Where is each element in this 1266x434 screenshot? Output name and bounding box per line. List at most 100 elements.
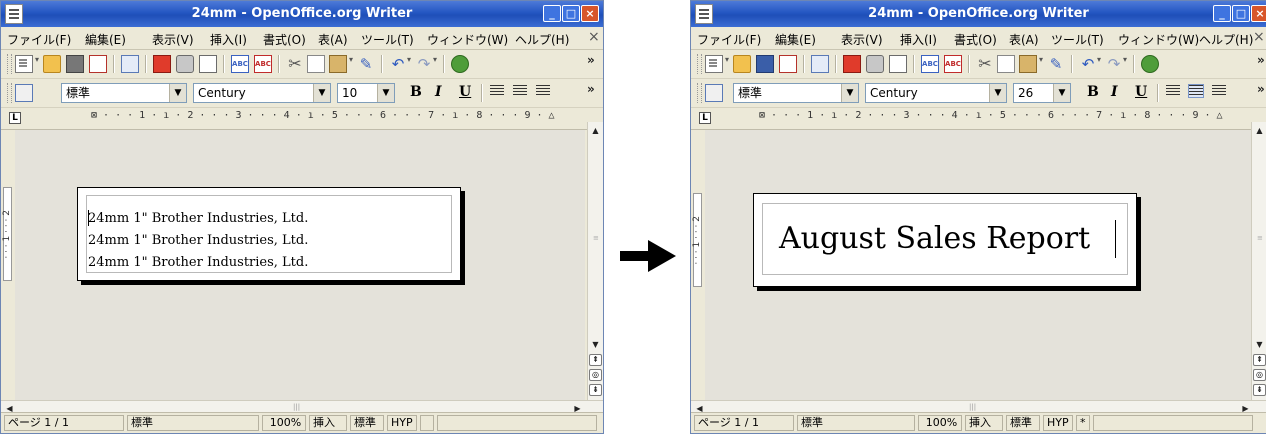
email-icon[interactable] <box>779 55 797 73</box>
chevron-down-icon[interactable]: ▼ <box>377 84 394 102</box>
vertical-ruler[interactable]: · · · 1 · · · 2 <box>1 130 15 400</box>
styles-and-formatting-icon[interactable] <box>15 84 33 102</box>
align-center-icon[interactable] <box>1188 84 1204 98</box>
menu-edit[interactable]: 編集(E) <box>85 31 126 48</box>
email-icon[interactable] <box>89 55 107 73</box>
menu-view[interactable]: 表示(V) <box>152 31 194 48</box>
menu-window[interactable]: ウィンドウ(W) <box>1118 31 1199 48</box>
close-document-icon[interactable]: × <box>1253 29 1265 45</box>
print-icon[interactable] <box>866 55 884 73</box>
menu-table[interactable]: 表(A) <box>1009 31 1039 48</box>
horizontal-ruler[interactable]: L ⊠ · · · 1 · ı · 2 · · · 3 · · · 4 · ı … <box>691 109 1266 130</box>
insert-mode[interactable]: 挿入 <box>965 415 1003 431</box>
close-window-button[interactable]: × <box>581 5 599 22</box>
open-folder-icon[interactable] <box>43 55 61 73</box>
maximize-button[interactable]: □ <box>562 5 580 22</box>
new-document-icon[interactable] <box>15 55 33 73</box>
save-icon[interactable] <box>66 55 84 73</box>
print-preview-icon[interactable] <box>889 55 907 73</box>
menu-table[interactable]: 表(A) <box>318 31 348 48</box>
chevron-down-icon[interactable]: ▾ <box>1123 55 1127 64</box>
label-page[interactable]: 24mm 1" Brother Industries, Ltd. 24mm 1"… <box>77 187 461 281</box>
close-document-icon[interactable]: × <box>588 29 600 45</box>
horizontal-ruler[interactable]: L ⊠ · · · 1 · ı · 2 · · · 3 · · · 4 · ı … <box>1 109 603 130</box>
export-pdf-icon[interactable] <box>153 55 171 73</box>
menu-help[interactable]: ヘルプ(H) <box>515 31 569 48</box>
align-right-icon[interactable] <box>536 85 550 97</box>
align-right-icon[interactable] <box>1212 85 1226 97</box>
minimize-button[interactable]: _ <box>543 5 561 22</box>
chevron-down-icon[interactable]: ▾ <box>35 55 39 64</box>
title-bar[interactable]: 24mm - OpenOffice.org Writer _ □ × <box>1 1 603 27</box>
next-page-icon[interactable]: ⇟ <box>1253 384 1266 396</box>
menu-format[interactable]: 書式(O) <box>263 31 306 48</box>
zoom-level[interactable]: 100% <box>262 415 306 431</box>
undo-icon[interactable]: ↶ <box>1079 55 1097 73</box>
hyphenation-indicator[interactable]: HYP <box>387 415 417 431</box>
align-left-icon[interactable] <box>1166 85 1180 97</box>
bold-button[interactable]: B <box>410 84 422 100</box>
chevron-down-icon[interactable]: ▾ <box>349 55 353 64</box>
toolbar-overflow-icon[interactable]: » <box>587 82 595 96</box>
font-name-select[interactable]: Century ▼ <box>865 83 1007 103</box>
tab-stop-selector[interactable]: L <box>699 112 711 124</box>
maximize-button[interactable]: □ <box>1232 5 1250 22</box>
paste-icon[interactable] <box>1019 55 1037 73</box>
selection-mode[interactable]: 標準 <box>350 415 384 431</box>
document-modified-indicator[interactable]: * <box>1076 415 1090 431</box>
text-area[interactable]: August Sales Report <box>762 203 1128 275</box>
copy-icon[interactable] <box>997 55 1015 73</box>
previous-page-icon[interactable]: ⇞ <box>1253 354 1266 366</box>
scroll-up-icon[interactable]: ▲ <box>589 124 602 137</box>
label-page[interactable]: August Sales Report <box>753 193 1137 287</box>
edit-mode-icon[interactable] <box>811 55 829 73</box>
format-paintbrush-icon[interactable]: ✎ <box>1047 55 1065 73</box>
bold-button[interactable]: B <box>1087 84 1099 100</box>
toolbar-grip[interactable] <box>7 54 12 74</box>
document-area[interactable]: 24mm 1" Brother Industries, Ltd. 24mm 1"… <box>15 130 585 400</box>
menu-insert[interactable]: 挿入(I) <box>900 31 937 48</box>
next-page-icon[interactable]: ⇟ <box>589 384 602 396</box>
format-paintbrush-icon[interactable]: ✎ <box>357 55 375 73</box>
copy-icon[interactable] <box>307 55 325 73</box>
paste-icon[interactable] <box>329 55 347 73</box>
insert-mode[interactable]: 挿入 <box>309 415 347 431</box>
italic-button[interactable]: I <box>1111 84 1118 100</box>
font-size-select[interactable]: 10 ▼ <box>337 83 395 103</box>
chevron-down-icon[interactable]: ▼ <box>169 84 186 102</box>
chevron-down-icon[interactable]: ▾ <box>1097 55 1101 64</box>
font-size-select[interactable]: 26 ▼ <box>1013 83 1071 103</box>
hyphenation-indicator[interactable]: HYP <box>1043 415 1073 431</box>
italic-button[interactable]: I <box>435 84 442 100</box>
cut-icon[interactable]: ✂ <box>976 55 994 73</box>
edit-mode-icon[interactable] <box>121 55 139 73</box>
previous-page-icon[interactable]: ⇞ <box>589 354 602 366</box>
page-indicator[interactable]: ページ 1 / 1 <box>4 415 124 431</box>
scroll-down-icon[interactable]: ▼ <box>589 338 602 351</box>
chevron-down-icon[interactable]: ▼ <box>841 84 858 102</box>
print-icon[interactable] <box>176 55 194 73</box>
chevron-down-icon[interactable]: ▾ <box>407 55 411 64</box>
text-area[interactable]: 24mm 1" Brother Industries, Ltd. 24mm 1"… <box>86 195 452 273</box>
font-name-select[interactable]: Century ▼ <box>193 83 331 103</box>
vertical-scrollbar[interactable]: ▲ ≡ ▼ ⇞ ◎ ⇟ <box>587 122 603 400</box>
navigation-icon[interactable]: ◎ <box>589 369 602 381</box>
menu-file[interactable]: ファイル(F) <box>697 31 761 48</box>
toolbar-overflow-icon[interactable]: » <box>1257 82 1265 96</box>
underline-button[interactable]: U <box>459 84 471 100</box>
page-style[interactable]: 標準 <box>127 415 259 431</box>
paragraph-style-select[interactable]: 標準 ▼ <box>61 83 187 103</box>
zoom-level[interactable]: 100% <box>918 415 962 431</box>
chevron-down-icon[interactable]: ▾ <box>725 55 729 64</box>
menu-insert[interactable]: 挿入(I) <box>210 31 247 48</box>
minimize-button[interactable]: _ <box>1213 5 1231 22</box>
autospellcheck-icon[interactable]: ABC <box>254 55 272 73</box>
selection-mode[interactable]: 標準 <box>1006 415 1040 431</box>
autospellcheck-icon[interactable]: ABC <box>944 55 962 73</box>
underline-button[interactable]: U <box>1135 84 1147 100</box>
align-center-icon[interactable] <box>513 85 527 97</box>
scroll-up-icon[interactable]: ▲ <box>1253 124 1266 137</box>
spellcheck-icon[interactable]: ABC <box>231 55 249 73</box>
spellcheck-icon[interactable]: ABC <box>921 55 939 73</box>
export-pdf-icon[interactable] <box>843 55 861 73</box>
